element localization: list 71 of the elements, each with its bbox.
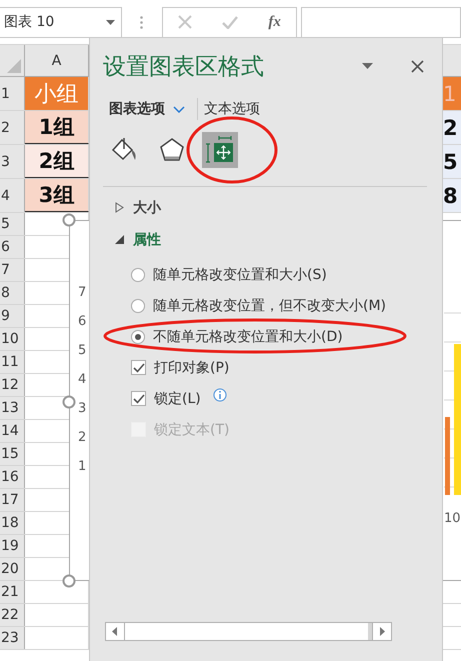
row-header[interactable]: 3 — [0, 145, 25, 178]
table-cell-text: 3组 — [38, 182, 74, 209]
option-label: 随单元格改变位置和大小(S) — [153, 266, 327, 284]
horizontal-scrollbar[interactable] — [105, 622, 392, 641]
option-label: 锁定(L) — [154, 390, 201, 408]
row-header[interactable]: 15 — [0, 443, 25, 465]
axis-label: 1 — [78, 459, 86, 475]
radio-button[interactable] — [131, 268, 145, 282]
row-header[interactable]: 14 — [0, 420, 25, 442]
row-header[interactable]: 13 — [0, 397, 25, 419]
table-cell-text: 2组 — [38, 148, 74, 175]
row-header[interactable]: 11 — [0, 351, 25, 373]
axis-label: 4 — [78, 372, 86, 388]
row-header[interactable]: 5 — [0, 213, 25, 235]
option-label: 不随单元格改变位置和大小(D) — [153, 328, 343, 346]
expanded-triangle-icon — [115, 235, 124, 244]
table-cell-text: 小组 — [34, 80, 78, 108]
row-header[interactable]: 1 — [0, 77, 25, 110]
option-label: 打印对象(P) — [154, 358, 230, 376]
dropdown-icon[interactable] — [362, 63, 373, 69]
resize-handle[interactable] — [62, 213, 76, 227]
axis-label: 10 — [444, 511, 461, 526]
size-properties-icon[interactable] — [202, 132, 238, 168]
resize-handle[interactable] — [62, 395, 76, 409]
row-header[interactable]: 2 — [0, 111, 25, 144]
info-icon[interactable] — [212, 388, 227, 402]
row-header[interactable]: 4 — [0, 179, 25, 212]
checkbox[interactable] — [131, 360, 146, 375]
row-header[interactable]: 22 — [0, 604, 25, 626]
row-header[interactable]: 19 — [0, 535, 25, 557]
insert-function-button[interactable]: fx — [268, 14, 281, 30]
pane-title: 设置图表区格式 — [103, 52, 265, 82]
radio-button[interactable] — [131, 330, 145, 344]
option-label: 随单元格改变位置，但不改变大小(M) — [153, 296, 386, 314]
row-header[interactable]: 10 — [0, 328, 25, 350]
table-cell-text: 1组 — [38, 114, 74, 141]
axis-label: 6 — [78, 314, 86, 330]
axis-label: 5 — [78, 343, 86, 359]
row-header[interactable]: 8 — [0, 282, 25, 304]
radio-button[interactable] — [131, 298, 145, 312]
row-header[interactable]: 17 — [0, 489, 25, 511]
dropdown-icon — [106, 20, 115, 24]
row-header[interactable]: 23 — [0, 627, 25, 649]
tab[interactable]: 文本选项 — [198, 98, 268, 120]
row-header[interactable]: 6 — [0, 236, 25, 258]
row-header[interactable]: 16 — [0, 466, 25, 488]
row-header[interactable]: 12 — [0, 374, 25, 396]
section-header[interactable]: 属性 — [103, 228, 428, 251]
row-header[interactable]: 9 — [0, 305, 25, 327]
cancel-icon[interactable] — [178, 15, 192, 29]
table-cell: 5 — [443, 150, 458, 174]
close-icon[interactable] — [411, 60, 424, 72]
table-cell: 2 — [443, 116, 458, 140]
chevron-icon — [173, 106, 185, 112]
axis-label: 7 — [78, 285, 86, 301]
section-header[interactable]: 大小 — [103, 196, 428, 219]
table-cell: 8 — [443, 184, 458, 208]
row-header[interactable]: 21 — [0, 581, 25, 603]
checkbox[interactable] — [131, 391, 146, 406]
axis-label: 3 — [78, 401, 86, 417]
table-cell: 1 — [443, 82, 456, 106]
row-header[interactable]: 18 — [0, 512, 25, 534]
option-label: 锁定文本(T) — [154, 420, 230, 438]
axis-label: 2 — [78, 430, 86, 446]
resize-handle[interactable] — [62, 574, 76, 588]
grip-icon — [140, 16, 143, 28]
row-header[interactable]: 20 — [0, 558, 25, 580]
check-icon[interactable] — [222, 16, 238, 28]
collapsed-triangle-icon — [115, 202, 124, 213]
row-header[interactable]: 7 — [0, 259, 25, 281]
tab[interactable]: 图表选项 — [103, 98, 198, 120]
